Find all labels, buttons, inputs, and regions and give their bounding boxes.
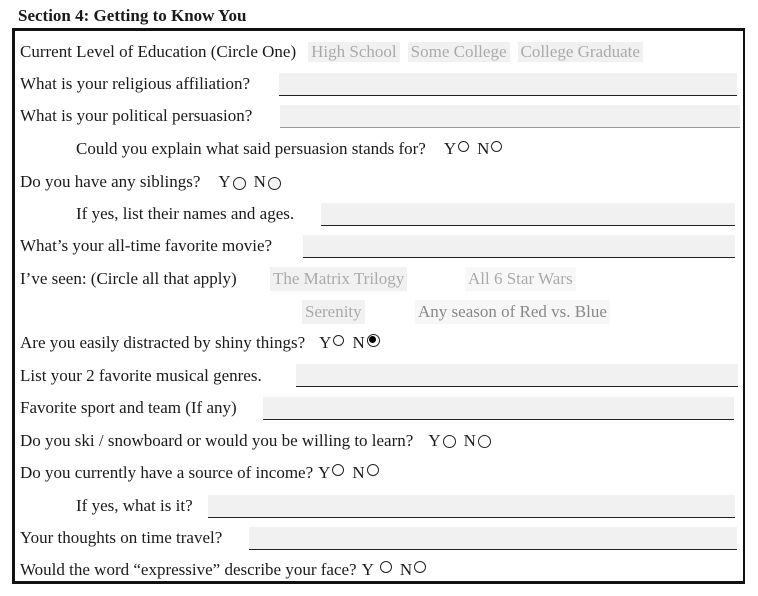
ski-label: Do you ski / snowboard or would you be w… (20, 431, 414, 450)
section-title: Section 4: Getting to Know You (18, 6, 247, 25)
time-travel-label: Your thoughts on time travel? (20, 528, 223, 547)
favorite-movie-row: What’s your all-time favorite movie? (20, 231, 272, 261)
sibling-names-row: If yes, list their names and ages. (76, 199, 294, 229)
favorite-movie-input[interactable] (303, 235, 735, 258)
income-yes-label: Y (318, 463, 331, 482)
siblings-no-label: N (253, 172, 266, 191)
form-box: Current Level of Education (Circle One) … (12, 28, 745, 584)
education-option-college-graduate[interactable]: College Graduate (517, 42, 643, 62)
shiny-no-radio[interactable] (366, 333, 380, 347)
shiny-yes-radio[interactable] (333, 334, 345, 346)
siblings-label: Do you have any siblings? (20, 172, 201, 191)
music-label: List your 2 favorite musical genres. (20, 366, 262, 385)
sport-label: Favorite sport and team (If any) (20, 398, 237, 417)
religion-input[interactable] (279, 73, 737, 96)
ski-no-radio[interactable] (477, 434, 491, 448)
ski-yes-radio[interactable] (442, 434, 456, 448)
expressive-row: Would the word “expressive” describe you… (20, 555, 434, 585)
expressive-no-radio[interactable] (414, 561, 427, 573)
income-source-input[interactable] (208, 495, 735, 518)
time-travel-input[interactable] (249, 527, 737, 550)
siblings-row: Do you have any siblings? Y N (20, 167, 289, 197)
siblings-no-radio[interactable] (267, 176, 281, 190)
shiny-no-label: N (352, 333, 365, 352)
politics-label: What is your political persuasion? (20, 106, 253, 125)
shiny-row: Are you easily distracted by shiny thing… (20, 328, 388, 358)
explain-yes-label: Y (443, 139, 457, 158)
seen-option-star-wars[interactable]: All 6 Star Wars (465, 267, 576, 291)
education-option-some-college[interactable]: Some College (407, 42, 510, 62)
income-source-label: If yes, what is it? (76, 496, 193, 515)
explain-no-label: N (477, 139, 490, 158)
income-no-radio[interactable] (366, 464, 379, 476)
religion-row: What is your religious affiliation? (20, 69, 250, 99)
siblings-yes-label: Y (218, 172, 231, 191)
politics-input[interactable] (280, 105, 740, 128)
shiny-label: Are you easily distracted by shiny thing… (20, 333, 306, 352)
income-no-label: N (352, 463, 365, 482)
politics-row: What is your political persuasion? (20, 101, 252, 131)
education-row: Current Level of Education (Circle One) … (20, 37, 643, 67)
explain-no-radio[interactable] (491, 140, 503, 152)
siblings-yes-radio[interactable] (232, 176, 246, 190)
expressive-label: Would the word “expressive” describe you… (20, 560, 357, 579)
sport-input[interactable] (263, 397, 734, 420)
favorite-movie-label: What’s your all-time favorite movie? (20, 236, 273, 255)
education-option-high-school[interactable]: High School (308, 42, 400, 62)
sibling-names-label: If yes, list their names and ages. (76, 204, 295, 223)
explain-persuasion-label: Could you explain what said persuasion s… (76, 139, 426, 158)
seen-option-red-vs-blue[interactable]: Any season of Red vs. Blue (415, 300, 610, 324)
explain-yes-radio[interactable] (458, 140, 470, 152)
seen-option-serenity[interactable]: Serenity (302, 300, 365, 324)
music-row: List your 2 favorite musical genres. (20, 361, 262, 391)
shiny-yes-label: Y (319, 333, 332, 352)
income-yes-radio[interactable] (332, 464, 345, 476)
ski-yes-label: Y (428, 431, 441, 450)
expressive-yes-radio[interactable] (379, 561, 392, 573)
ski-no-label: N (463, 431, 476, 450)
explain-persuasion-row: Could you explain what said persuasion s… (76, 134, 510, 164)
seen-label: I’ve seen: (Circle all that apply) (20, 269, 237, 288)
income-row: Do you currently have a source of income… (20, 458, 387, 488)
sport-row: Favorite sport and team (If any) (20, 393, 237, 423)
religion-label: What is your religious affiliation? (20, 74, 251, 93)
ski-row: Do you ski / snowboard or would you be w… (20, 426, 499, 456)
seen-option-matrix[interactable]: The Matrix Trilogy (270, 267, 408, 291)
education-label: Current Level of Education (Circle One) (20, 42, 297, 61)
sibling-names-input[interactable] (321, 203, 735, 226)
expressive-yes-label: Y (361, 560, 374, 579)
time-travel-row: Your thoughts on time travel? (20, 523, 222, 553)
income-label: Do you currently have a source of income… (20, 463, 314, 482)
music-input[interactable] (296, 364, 738, 387)
expressive-no-label: N (399, 560, 413, 579)
income-source-row: If yes, what is it? (76, 491, 193, 521)
seen-row: I’ve seen: (Circle all that apply) (20, 264, 237, 294)
